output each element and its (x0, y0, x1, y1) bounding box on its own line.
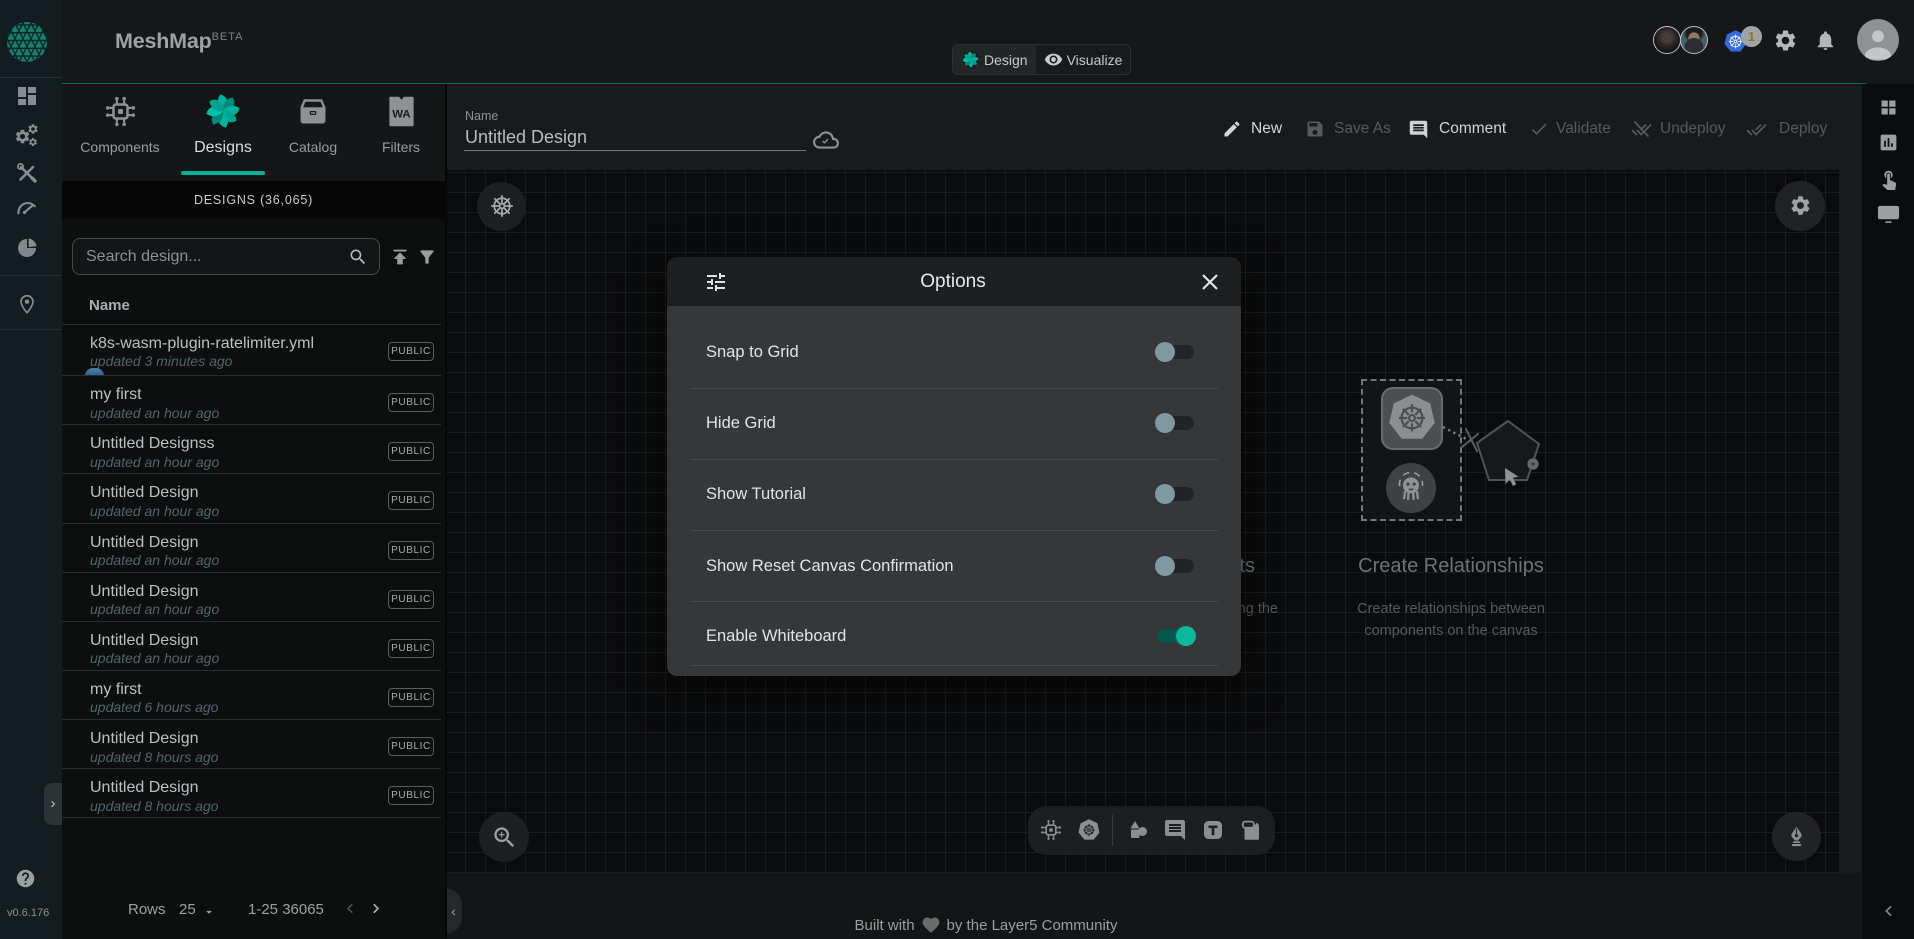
svg-text:WA: WA (392, 108, 410, 120)
